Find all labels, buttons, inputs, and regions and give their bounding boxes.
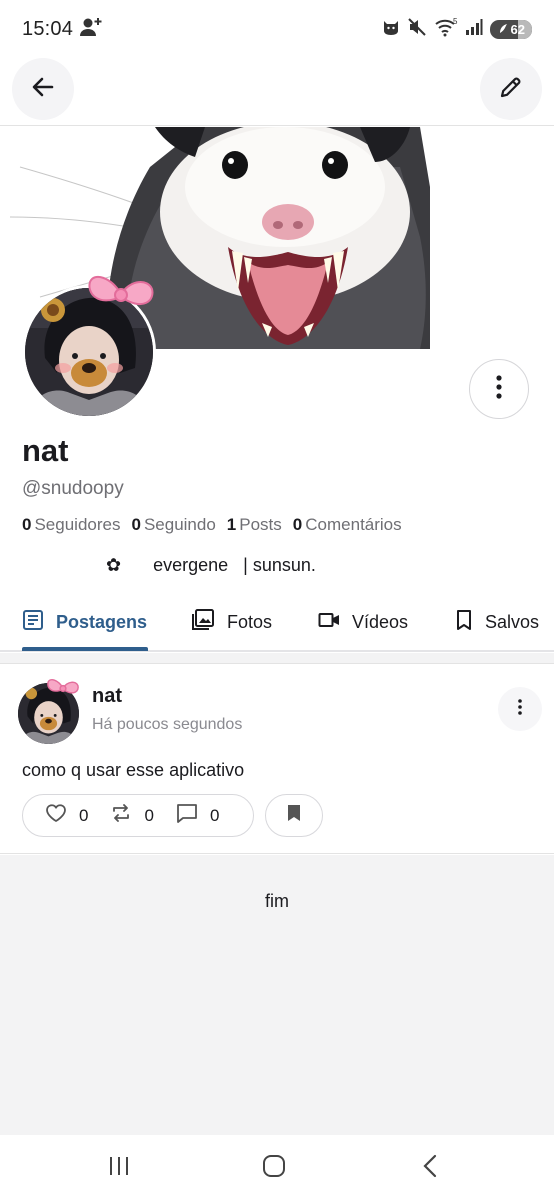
article-icon [22,609,44,636]
stat-label: Comentários [305,515,402,534]
feed-end-text: fim [265,891,289,911]
recent-apps-icon [107,1155,131,1182]
stat-count: 0 [131,515,141,534]
feed-end-area: fim [0,855,554,1135]
comment-icon [176,803,198,828]
profile-bio: ✿ evergene | sunsun. [106,555,316,576]
app-bar [0,58,554,126]
system-back-button[interactable] [410,1153,450,1183]
status-bar: 15:04 5 62 [0,0,554,58]
add-person-icon [79,16,103,43]
tab-label: Fotos [227,611,273,632]
stat-label: Seguindo [143,515,216,534]
stat-label: Seguidores [34,515,121,534]
tab-videos[interactable]: Vídeos [318,594,408,650]
more-vertical-icon [518,698,522,720]
more-vertical-icon [496,374,502,404]
bio-text: evergene | sunsun. [153,555,316,575]
cat-icon [382,18,400,41]
photos-icon [191,608,215,636]
home-button[interactable] [254,1153,294,1183]
wifi-icon: 5 [434,17,458,42]
signal-icon [465,18,483,41]
repost-count: 0 [144,805,154,825]
stat-posts[interactable]: 1 Posts [227,515,282,535]
bio-symbol: ✿ [106,555,122,576]
post-content: como q usar esse aplicativo [22,760,245,780]
system-nav-bar [0,1135,554,1200]
stat-following[interactable]: 0 Seguindo [131,515,215,535]
edit-profile-button[interactable] [480,58,542,120]
recent-apps-button[interactable] [99,1153,139,1183]
profile-username: @snudoopy [22,478,124,499]
stat-count: 0 [292,515,303,534]
video-icon [318,612,340,633]
chevron-left-icon [422,1154,438,1183]
mute-icon [407,17,427,42]
post-timestamp: Há poucos segundos [92,716,243,733]
tab-salvos[interactable]: Salvos [455,594,539,650]
stat-label: Posts [239,515,282,534]
comment-count: 0 [209,805,220,825]
profile-tabs: Postagens Fotos Vídeos Salvos [0,594,554,652]
stat-followers[interactable]: 0 Seguidores [22,515,120,535]
post-actions: 0 0 0 [22,794,254,837]
home-icon [262,1154,286,1183]
post-author-name[interactable]: nat [92,685,122,708]
battery-indicator: 62 [489,19,532,39]
tab-fotos[interactable]: Fotos [191,594,272,650]
post-card[interactable]: nat Há poucos segundos como q usar esse … [0,665,554,854]
arrow-left-icon [30,74,56,105]
tab-label: Postagens [56,611,148,632]
section-divider [0,653,554,664]
back-button[interactable] [12,58,74,120]
bookmark-icon [287,804,301,827]
pencil-icon [498,74,524,105]
stat-count: 1 [226,515,237,534]
status-time: 15:04 [22,17,74,40]
bookmark-icon [455,609,473,636]
tab-postagens[interactable]: Postagens [22,594,147,650]
post-more-button[interactable] [498,687,542,731]
profile-display-name: nat [22,433,69,468]
stat-count: 0 [22,515,32,534]
bow-decoration [46,675,80,706]
like-count: 0 [79,805,89,825]
battery-level: 62 [510,21,525,37]
repost-button[interactable]: 0 [110,803,154,828]
profile-avatar[interactable] [22,275,156,419]
tab-label: Salvos [485,611,540,632]
heart-icon [45,803,67,828]
stat-comments[interactable]: 0 Comentários [293,515,402,535]
profile-more-button[interactable] [469,359,529,419]
like-button[interactable]: 0 [45,803,88,828]
comment-button[interactable]: 0 [176,803,219,828]
tab-label: Vídeos [352,611,409,632]
bow-decoration [86,267,156,326]
repost-icon [110,803,132,828]
profile-stats: 0 Seguidores 0 Seguindo 1 Posts 0 Comentário… [22,515,402,535]
post-bookmark-button[interactable] [265,794,323,837]
battery-icon [499,22,508,37]
svg-text:5: 5 [453,17,458,26]
active-tab-indicator [22,647,148,651]
